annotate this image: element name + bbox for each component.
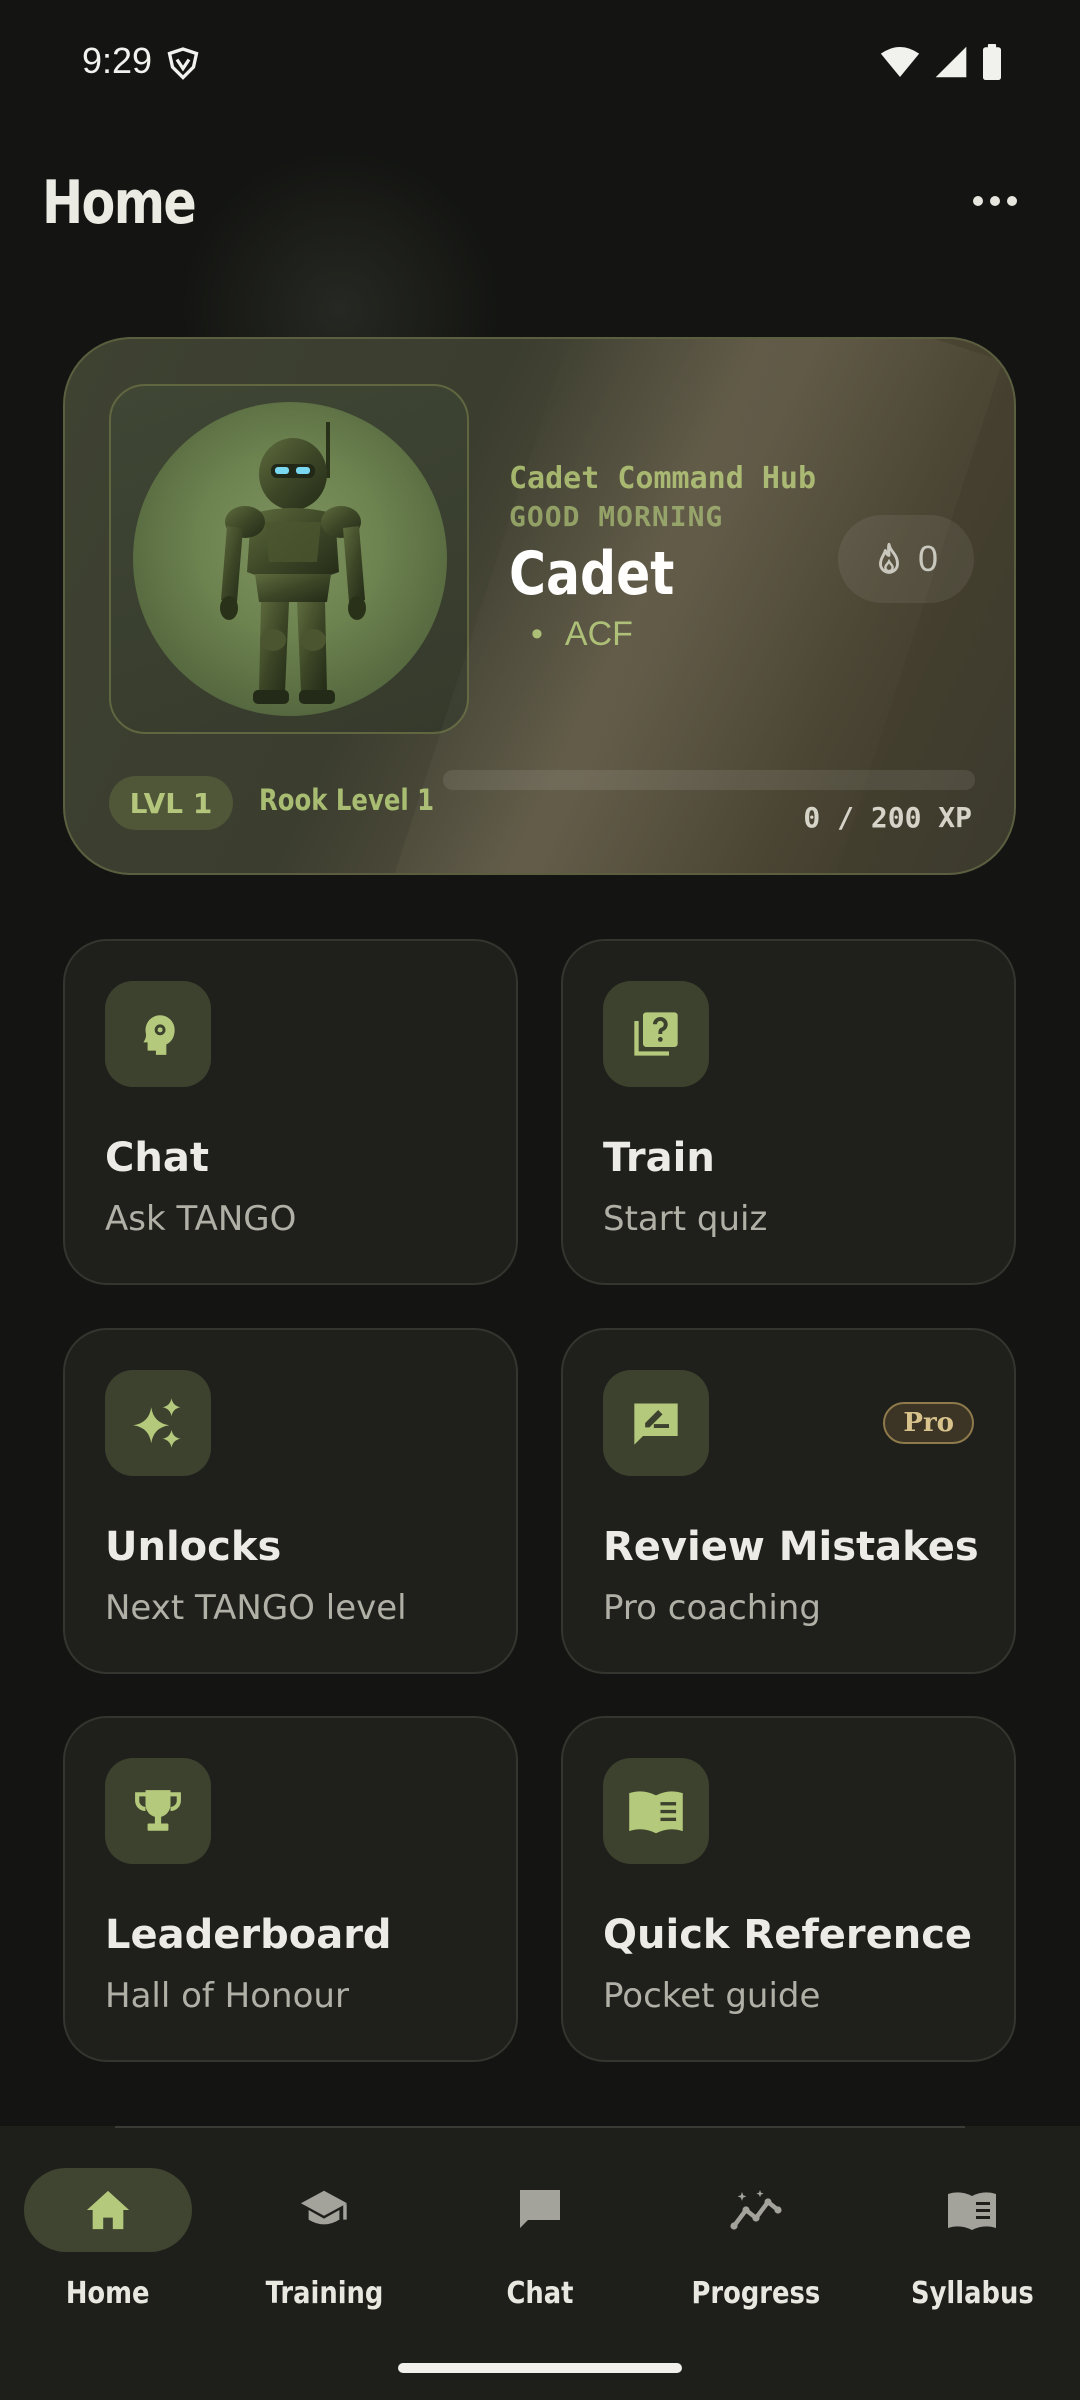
pro-badge: Pro xyxy=(883,1402,974,1444)
home-indicator[interactable] xyxy=(398,2363,682,2373)
cadet-name: Cadet xyxy=(509,539,675,609)
home-icon xyxy=(24,2168,192,2252)
tile-chat[interactable]: Chat Ask TANGO xyxy=(63,939,518,1285)
brain-gear-icon xyxy=(105,981,211,1087)
tile-leaderboard[interactable]: Leaderboard Hall of Honour xyxy=(63,1716,518,2062)
nav-item-syllabus[interactable]: Syllabus xyxy=(864,2168,1080,2328)
greeting: GOOD MORNING xyxy=(509,500,724,533)
status-bar: 9:29 xyxy=(0,0,1080,126)
hub-label: Cadet Command Hub xyxy=(509,461,817,496)
unit-label: ACF xyxy=(531,615,633,654)
tile-title: Train xyxy=(603,1135,715,1181)
nav-item-training[interactable]: Training xyxy=(216,2168,432,2328)
bottom-navigation: Home Training Chat Progress Syllabus xyxy=(0,2126,1080,2400)
tile-subtitle: Hall of Honour xyxy=(105,1976,349,2016)
insights-icon xyxy=(672,2168,840,2252)
xp-label: 0 / 200 XP xyxy=(803,801,972,834)
nav-item-chat[interactable]: Chat xyxy=(432,2168,648,2328)
streak-count: 0 xyxy=(917,538,939,579)
tile-title: Leaderboard xyxy=(105,1912,392,1958)
tile-review-mistakes[interactable]: Pro Review Mistakes Pro coaching xyxy=(561,1328,1016,1674)
battery-icon xyxy=(983,44,1001,80)
tile-subtitle: Start quiz xyxy=(603,1199,768,1239)
nav-label: Home xyxy=(66,2276,150,2311)
nav-label: Progress xyxy=(691,2276,821,2311)
status-time: 9:29 xyxy=(82,40,153,81)
avatar xyxy=(133,402,447,716)
trophy-icon xyxy=(105,1758,211,1864)
nav-label: Chat xyxy=(506,2276,574,2311)
rank-label: Rook Level 1 xyxy=(259,783,435,817)
tile-unlocks[interactable]: Unlocks Next TANGO level xyxy=(63,1328,518,1674)
flame-icon xyxy=(879,542,899,574)
book-icon xyxy=(888,2168,1056,2252)
page-title: Home xyxy=(42,168,197,238)
quiz-icon xyxy=(603,981,709,1087)
more-options-icon[interactable] xyxy=(962,180,1028,222)
sparkle-icon xyxy=(105,1370,211,1476)
tile-title: Review Mistakes xyxy=(603,1524,979,1570)
nav-label: Syllabus xyxy=(910,2276,1034,2311)
nav-label: Training xyxy=(265,2276,383,2311)
profile-hero-card: Cadet Command Hub GOOD MORNING Cadet ACF… xyxy=(63,337,1016,875)
nav-divider xyxy=(115,2126,965,2128)
tile-title: Unlocks xyxy=(105,1524,282,1570)
tile-title: Quick Reference xyxy=(603,1912,973,1958)
nav-item-progress[interactable]: Progress xyxy=(648,2168,864,2328)
book-icon xyxy=(603,1758,709,1864)
streak-chip[interactable]: 0 xyxy=(838,515,974,603)
tile-quick-reference[interactable]: Quick Reference Pocket guide xyxy=(561,1716,1016,2062)
tile-subtitle: Pocket guide xyxy=(603,1976,821,2016)
rate-review-icon xyxy=(603,1370,709,1476)
xp-progress-bar xyxy=(443,770,975,790)
tile-subtitle: Ask TANGO xyxy=(105,1199,297,1239)
wifi-icon xyxy=(880,47,920,77)
tile-title: Chat xyxy=(105,1135,209,1181)
school-icon xyxy=(240,2168,408,2252)
signal-icon xyxy=(935,46,967,78)
tile-subtitle: Pro coaching xyxy=(603,1588,821,1628)
avatar-frame xyxy=(109,384,469,734)
robot-soldier-avatar xyxy=(220,422,366,704)
tile-subtitle: Next TANGO level xyxy=(105,1588,407,1628)
nav-item-home[interactable]: Home xyxy=(0,2168,216,2328)
level-badge: LVL 1 xyxy=(109,776,233,830)
chat-icon xyxy=(456,2168,624,2252)
tile-train[interactable]: Train Start quiz xyxy=(561,939,1016,1285)
vpn-shield-icon xyxy=(167,47,199,80)
